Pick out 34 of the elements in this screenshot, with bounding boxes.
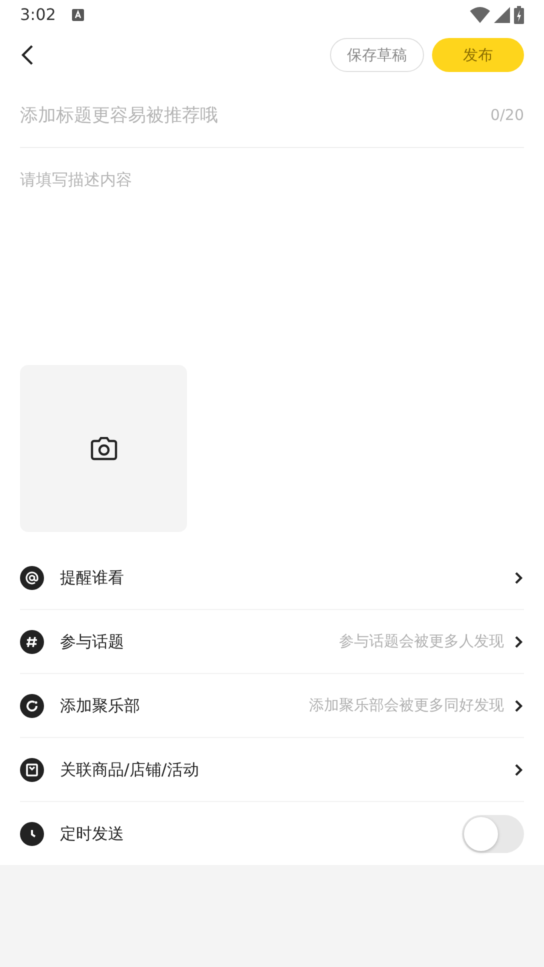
chevron-icon [514,698,524,712]
option-label: 定时发送 [60,823,124,845]
status-time: 3:02 [20,4,56,26]
option-label: 提醒谁看 [60,566,124,588]
camera-icon [90,436,118,460]
option-row[interactable]: 参与话题 参与话题会被更多人发现 [20,610,524,674]
notification-icon [72,9,84,21]
back-icon[interactable] [20,44,34,66]
chevron-icon [514,570,524,584]
battery-icon [514,6,524,24]
chevron-icon [514,634,524,648]
option-row[interactable]: 添加聚乐部 添加聚乐部会被更多同好发现 [20,674,524,738]
bag-icon [20,758,44,782]
description-field[interactable]: 请填写描述内容 [20,168,524,368]
mention-icon [20,566,44,590]
clock-icon [20,822,44,846]
option-hint: 参与话题会被更多人发现 [339,631,504,652]
wifi-icon [470,7,490,23]
option-row[interactable]: 关联商品/店铺/活动 [20,738,524,802]
add-photo-button[interactable] [20,365,187,532]
option-label: 参与话题 [60,630,124,652]
title-field[interactable]: 添加标题更容易被推荐哦 [20,102,490,129]
option-hint: 添加聚乐部会被更多同好发现 [309,695,504,716]
option-row[interactable]: 定时发送 [20,802,524,866]
option-row[interactable]: 提醒谁看 [20,546,524,610]
save-draft-button[interactable]: 保存草稿 [330,38,424,72]
option-label: 添加聚乐部 [60,694,140,716]
chevron-icon [514,762,524,776]
character-counter: 0/20 [490,105,524,126]
option-label: 关联商品/店铺/活动 [60,758,199,780]
refresh-icon [20,694,44,718]
hashtag-icon [20,630,44,654]
toggle-switch[interactable] [462,815,524,853]
signal-icon [494,7,510,23]
